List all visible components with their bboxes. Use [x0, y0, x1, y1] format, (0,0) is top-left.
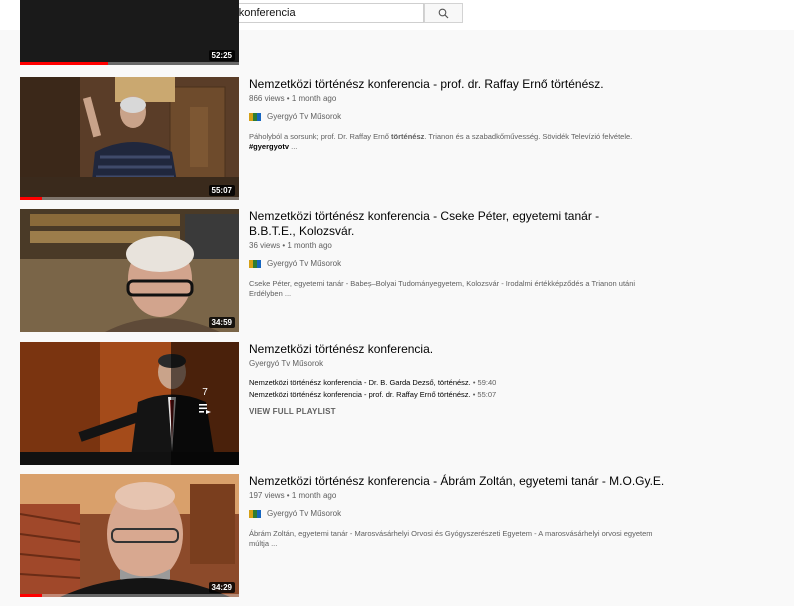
watch-progress [20, 594, 42, 597]
video-thumbnail[interactable]: 52:25 [20, 0, 239, 65]
video-thumbnail[interactable]: 34:59 [20, 209, 239, 332]
view-full-playlist-link[interactable]: VIEW FULL PLAYLIST [249, 407, 679, 416]
channel-link[interactable]: Gyergyó Tv Műsorok [249, 509, 679, 518]
channel-name[interactable]: Gyergyó Tv Műsorok [267, 509, 341, 518]
channel-logo-icon [249, 509, 261, 518]
search-button[interactable] [424, 3, 463, 23]
channel-logo-icon [249, 112, 261, 121]
video-info: Nemzetközi történész konferencia - Cseke… [249, 209, 679, 299]
channel-link[interactable]: Gyergyó Tv Műsorok [249, 259, 679, 268]
channel-name[interactable]: Gyergyó Tv Műsorok [267, 259, 341, 268]
channel-logo-icon [249, 259, 261, 268]
video-description: Cseke Péter, egyetemi tanár - Babeș–Boly… [249, 279, 636, 298]
video-thumbnail[interactable]: 34:29 [20, 474, 239, 597]
thumbnail-image [20, 474, 239, 597]
duration-badge: 34:59 [208, 317, 235, 328]
video-info: Nemzetközi történész konferencia - Ábrám… [249, 474, 679, 549]
thumbnail-image [20, 77, 239, 200]
channel-name[interactable]: Gyergyó Tv Műsorok [249, 359, 679, 368]
duration-badge: 52:25 [208, 50, 235, 61]
video-info: Nemzetközi történész konferencia - prof.… [249, 77, 679, 152]
thumbnail-image [20, 209, 239, 332]
video-meta: 866 views • 1 month ago [249, 94, 337, 103]
playlist-title[interactable]: Nemzetközi történész konferencia. [249, 342, 679, 357]
duration-badge: 55:07 [208, 185, 235, 196]
watch-progress [20, 62, 108, 65]
duration-badge: 34:29 [208, 582, 235, 593]
playlist-count: 7 [202, 387, 208, 398]
video-meta: 197 views • 1 month ago [249, 491, 337, 500]
channel-link[interactable]: Gyergyó Tv Műsorok [249, 112, 679, 121]
search-icon [438, 8, 449, 19]
video-meta: 36 views • 1 month ago [249, 241, 332, 250]
video-thumbnail[interactable]: 55:07 [20, 77, 239, 200]
playlist-item[interactable]: Nemzetközi történész konferencia - prof.… [249, 390, 679, 399]
playlist-icon [171, 401, 239, 419]
playlist-overlay: 7 [171, 342, 239, 465]
playlist-thumbnail[interactable]: 7 [20, 342, 239, 465]
playlist-item[interactable]: Nemzetközi történész konferencia - Dr. B… [249, 378, 679, 387]
video-description: Ábrám Zoltán, egyetemi tanár - Marosvásá… [249, 529, 653, 548]
watch-progress [20, 197, 42, 200]
playlist-info: Nemzetközi történész konferencia. Gyergy… [249, 342, 679, 416]
video-title[interactable]: Nemzetközi történész konferencia - prof.… [249, 77, 679, 92]
video-title[interactable]: Nemzetközi történész konferencia - Ábrám… [249, 474, 679, 489]
video-description: Páholyból a sorsunk; prof. Dr. Raffay Er… [249, 132, 633, 151]
channel-name[interactable]: Gyergyó Tv Műsorok [267, 112, 341, 121]
video-title[interactable]: Nemzetközi történész konferencia - Cseke… [249, 209, 629, 239]
